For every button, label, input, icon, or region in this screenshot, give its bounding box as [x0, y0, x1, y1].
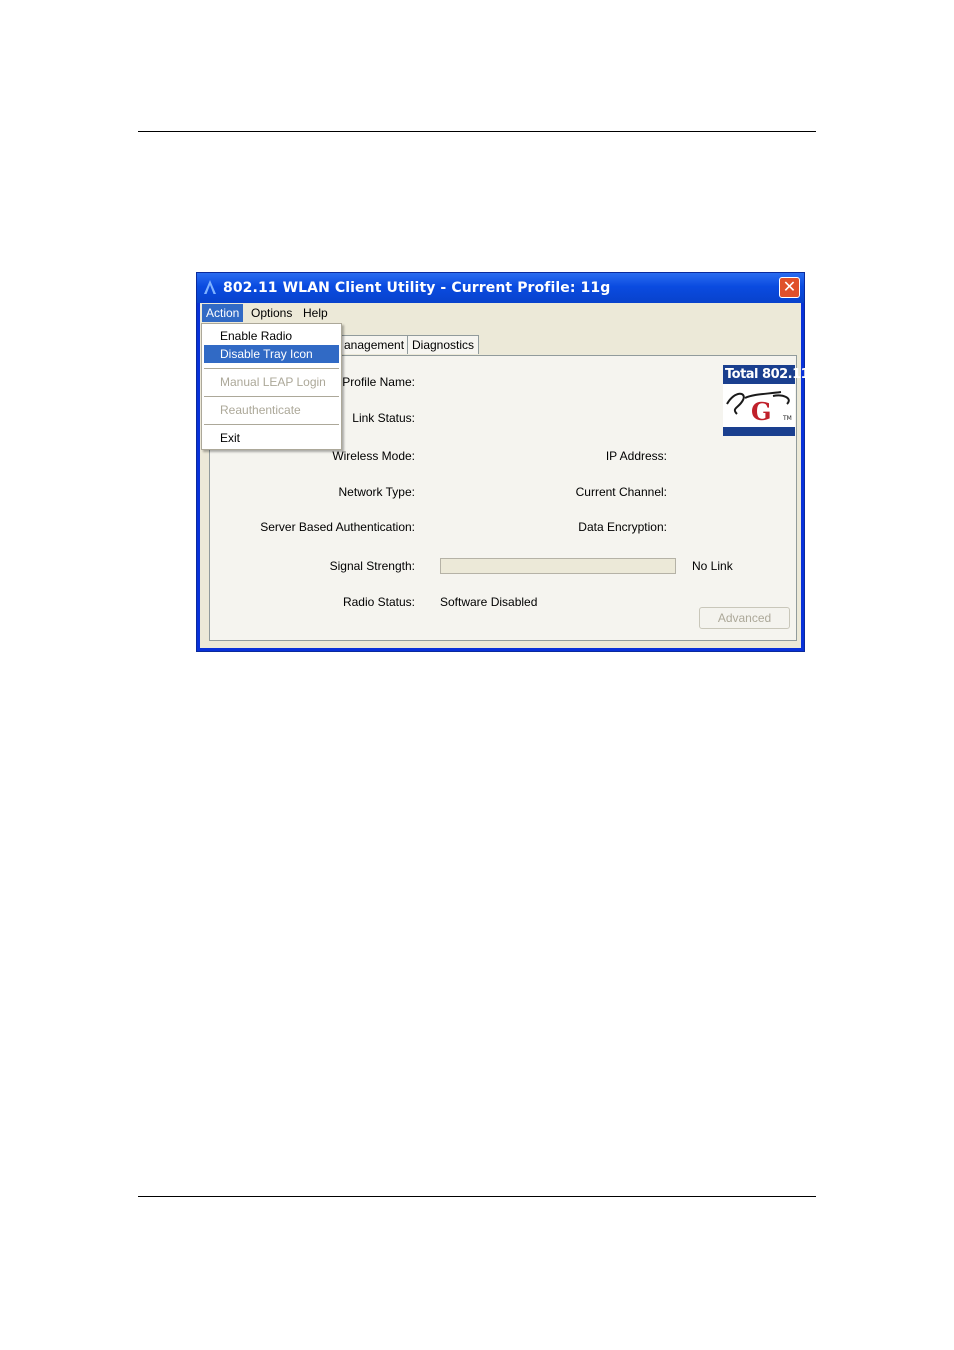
- advanced-button[interactable]: Advanced: [699, 607, 790, 629]
- ip-address-label: IP Address:: [605, 449, 667, 463]
- link-status-label: Link Status:: [352, 411, 415, 425]
- menu-bar: Action Options Help: [200, 303, 801, 323]
- profile-name-label: Profile Name:: [342, 375, 415, 389]
- menu-item-disable-tray-icon[interactable]: Disable Tray Icon: [204, 345, 339, 363]
- wireless-mode-label: Wireless Mode:: [332, 449, 415, 463]
- data-encryption-label: Data Encryption:: [578, 520, 667, 534]
- network-type-label: Network Type:: [338, 485, 415, 499]
- super-g-logo-mark: G TM: [726, 391, 792, 426]
- menu-item-exit[interactable]: Exit: [204, 429, 339, 447]
- logo-brand-text: Total 802.11: [725, 367, 810, 382]
- window-title: 802.11 WLAN Client Utility - Current Pro…: [223, 280, 611, 296]
- app-logo-icon: [204, 280, 216, 294]
- logo-tm: TM: [782, 415, 792, 422]
- menu-item-reauthenticate[interactable]: Reauthenticate: [204, 401, 339, 419]
- logo-bottom-bar: [723, 427, 795, 436]
- menu-item-manual-leap-login[interactable]: Manual LEAP Login: [204, 373, 339, 391]
- radio-status-label: Radio Status:: [342, 595, 415, 609]
- menu-separator: [204, 368, 339, 369]
- signal-strength-label: Signal Strength:: [329, 559, 415, 573]
- server-auth-label: Server Based Authentication:: [260, 520, 415, 534]
- super-g-logo: Total 802.11 G TM: [723, 365, 810, 436]
- page-top-rule: [138, 131, 816, 132]
- signal-strength-value: No Link: [692, 559, 733, 573]
- radio-status-value: Software Disabled: [440, 595, 538, 609]
- logo-brand-bar: Total 802.11: [723, 365, 810, 384]
- menu-help[interactable]: Help: [299, 304, 332, 322]
- logo-letter: G: [751, 397, 772, 426]
- current-channel-label: Current Channel:: [575, 485, 667, 499]
- menu-separator: [204, 396, 339, 397]
- signal-strength-bar: [440, 558, 676, 574]
- title-bar[interactable]: 802.11 WLAN Client Utility - Current Pro…: [197, 273, 804, 303]
- menu-separator: [204, 424, 339, 425]
- close-button[interactable]: ✕: [779, 277, 800, 298]
- menu-action[interactable]: Action: [202, 304, 244, 322]
- menu-item-enable-radio[interactable]: Enable Radio: [204, 327, 339, 345]
- tab-profile-management[interactable]: anagement: [339, 335, 410, 354]
- page-bottom-rule: [138, 1196, 816, 1197]
- tab-diagnostics[interactable]: Diagnostics: [407, 335, 480, 354]
- menu-options[interactable]: Options: [247, 304, 296, 322]
- action-menu-dropdown: Enable Radio Disable Tray Icon Manual LE…: [201, 323, 342, 450]
